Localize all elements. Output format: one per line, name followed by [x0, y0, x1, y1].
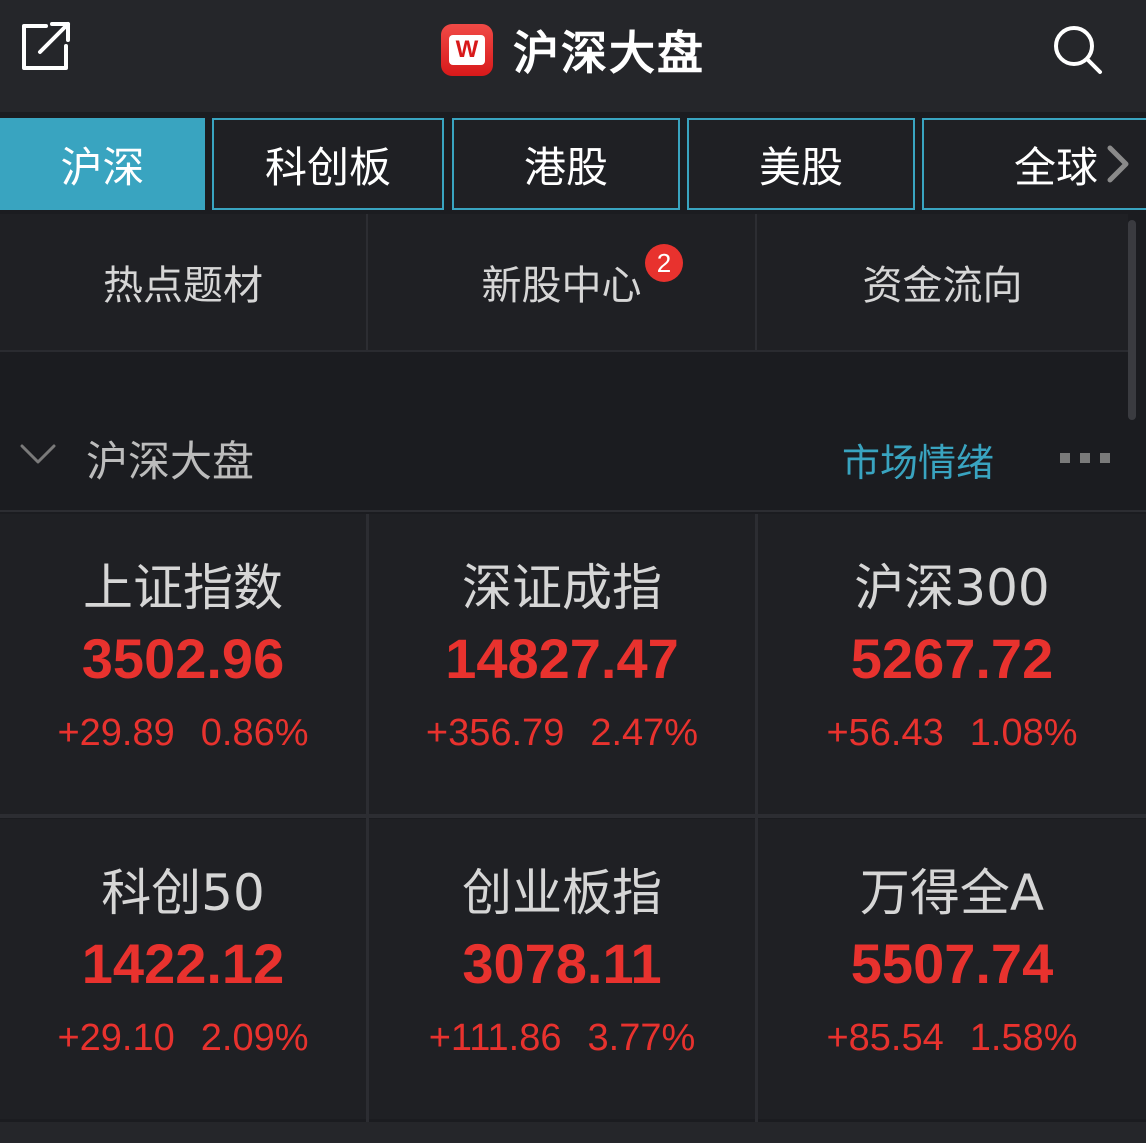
index-change: +85.54: [826, 1017, 944, 1059]
index-value: 3078.11: [462, 932, 662, 995]
market-tabs: 沪深 科创板 港股 美股 全球: [0, 118, 1146, 210]
index-card-csi300[interactable]: 沪深300 5267.72 +56.43 1.08%: [758, 514, 1146, 814]
index-name: 万得全A: [859, 864, 1045, 922]
index-change-row: +356.79 2.47%: [369, 712, 755, 755]
index-change: +111.86: [428, 1017, 562, 1059]
tab-label: 港股: [523, 142, 608, 192]
top-bar: W 沪深大盘: [0, 0, 1146, 112]
quick-entry-label: 资金流向: [862, 263, 1023, 309]
section-title: 沪深大盘: [86, 437, 255, 486]
index-card-szse-component[interactable]: 深证成指 14827.47 +356.79 2.47%: [369, 514, 755, 814]
chevron-down-icon[interactable]: [20, 440, 56, 470]
index-value: 14827.47: [445, 627, 679, 690]
index-grid: 上证指数 3502.96 +29.89 0.86% 深证成指 14827.47 +…: [0, 514, 1146, 1122]
index-value: 5267.72: [850, 627, 1054, 690]
market-sentiment-link[interactable]: 市场情绪: [842, 432, 994, 487]
index-change: +29.89: [57, 712, 175, 754]
app-logo: W: [441, 24, 493, 76]
index-value: 1422.12: [81, 932, 285, 995]
index-change: +56.43: [826, 712, 944, 754]
tab-label: 沪深: [60, 142, 145, 192]
tab-label: 科创板: [264, 142, 391, 192]
quick-entry-capital-flow[interactable]: 资金流向: [757, 214, 1128, 350]
index-percent: 1.58%: [969, 1017, 1078, 1059]
quick-entry-label: 新股中心: [481, 263, 642, 309]
index-name: 沪深300: [854, 559, 1050, 617]
tab-label: 全球: [1013, 142, 1098, 192]
index-change-row: +29.89 0.86%: [0, 712, 366, 755]
scrollbar[interactable]: [1128, 220, 1136, 420]
index-change-row: +85.54 1.58%: [758, 1017, 1146, 1060]
tab-quanqiu[interactable]: 全球: [922, 118, 1146, 210]
index-name: 深证成指: [462, 559, 662, 617]
tab-meigu[interactable]: 美股: [687, 118, 915, 210]
grid-divider: [366, 514, 369, 1122]
grid-divider: [755, 514, 758, 1122]
quick-entries: 热点题材 新股中心 2 资金流向: [0, 214, 1128, 352]
more-dots-icon[interactable]: [1058, 450, 1112, 464]
quick-entry-ipo-center[interactable]: 新股中心: [368, 214, 755, 350]
tab-ganggu[interactable]: 港股: [452, 118, 680, 210]
index-change-row: +29.10 2.09%: [0, 1017, 366, 1060]
index-change-row: +111.86 3.77%: [369, 1017, 755, 1060]
notification-badge: 2: [645, 244, 683, 282]
index-percent: 3.77%: [587, 1017, 696, 1059]
index-card-wind-all-a[interactable]: 万得全A 5507.74 +85.54 1.58%: [758, 819, 1146, 1119]
quick-entry-hot-topics[interactable]: 热点题材: [0, 214, 366, 350]
index-card-chinext[interactable]: 创业板指 3078.11 +111.86 3.77%: [369, 819, 755, 1119]
index-value: 3502.96: [81, 627, 285, 690]
tab-label: 美股: [758, 142, 843, 192]
index-card-sse-composite[interactable]: 上证指数 3502.96 +29.89 0.86%: [0, 514, 366, 814]
section-header: 沪深大盘 市场情绪: [0, 400, 1146, 512]
logo-letter: W: [449, 35, 485, 65]
quick-entry-label: 热点题材: [103, 263, 263, 309]
index-card-star50[interactable]: 科创50 1422.12 +29.10 2.09%: [0, 819, 366, 1119]
chevron-right-icon: [1107, 145, 1129, 183]
index-percent: 2.09%: [200, 1017, 309, 1059]
grid-divider: [0, 814, 1146, 818]
index-name: 创业板指: [462, 864, 662, 922]
bottom-strip: [0, 1122, 1146, 1143]
index-name: 科创50: [101, 864, 265, 922]
title-area: W 沪深大盘: [0, 0, 1146, 100]
index-change: +356.79: [425, 712, 565, 754]
tab-hushen[interactable]: 沪深: [0, 118, 205, 210]
page-title: 沪深大盘: [513, 26, 705, 80]
index-percent: 1.08%: [969, 712, 1078, 754]
index-name: 上证指数: [83, 559, 283, 617]
tab-kechuangban[interactable]: 科创板: [212, 118, 444, 210]
index-percent: 2.47%: [590, 712, 699, 754]
index-value: 5507.74: [850, 932, 1054, 995]
index-change-row: +56.43 1.08%: [758, 712, 1146, 755]
index-percent: 0.86%: [200, 712, 309, 754]
search-icon[interactable]: [1050, 22, 1104, 76]
index-change: +29.10: [57, 1017, 175, 1059]
